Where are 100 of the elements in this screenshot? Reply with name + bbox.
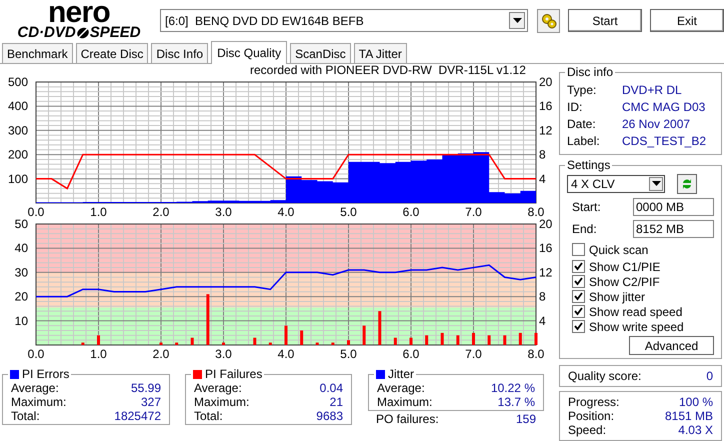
gears-icon bbox=[540, 12, 556, 28]
stat-value: 1825472 bbox=[114, 409, 161, 423]
stat-value: 55.99 bbox=[130, 381, 161, 395]
tab[interactable]: Create Disc bbox=[76, 43, 148, 63]
info-label: Type: bbox=[567, 82, 598, 98]
axis-label: 8.0 bbox=[528, 347, 544, 361]
speed-select[interactable]: 4 X CLV bbox=[567, 175, 665, 193]
axis-label: 16 bbox=[539, 241, 552, 256]
info-label: Date: bbox=[567, 116, 597, 132]
stat-label: Average: bbox=[377, 381, 425, 395]
dropdown-arrow-icon bbox=[652, 181, 660, 187]
logo-word: nero bbox=[48, 1, 110, 25]
stat-label: Total: bbox=[194, 409, 223, 423]
toolbar-button[interactable]: Start bbox=[568, 9, 642, 32]
axis-label: 8 bbox=[539, 290, 546, 304]
logo-text: CD·DVD bbox=[17, 25, 76, 40]
axis-label: 4 bbox=[539, 314, 546, 328]
group-title: PI Errors bbox=[22, 367, 70, 381]
checkbox[interactable] bbox=[572, 260, 585, 273]
stat-label: Total: bbox=[11, 409, 40, 423]
quality-label: Quality score: bbox=[568, 368, 642, 385]
axis-label: 2.0 bbox=[152, 347, 170, 361]
axis-label: 20 bbox=[539, 77, 552, 89]
info-value: CMC MAG D03 bbox=[622, 98, 706, 116]
axis-label: 1.0 bbox=[90, 205, 107, 219]
checkbox[interactable] bbox=[572, 275, 585, 288]
axis-label: 20 bbox=[539, 219, 552, 231]
axis-label: 40 bbox=[14, 241, 28, 256]
tab[interactable]: Disc Info bbox=[151, 43, 208, 63]
stat-label: PO failures: bbox=[376, 412, 439, 426]
drive-options-button[interactable] bbox=[537, 8, 560, 32]
checkbox-label: Show read speed bbox=[589, 304, 682, 320]
progress-value: 100 % bbox=[678, 394, 713, 411]
axis-label: 300 bbox=[8, 123, 28, 138]
tab[interactable]: TA Jitter bbox=[354, 43, 407, 63]
stat-value: 9683 bbox=[316, 409, 343, 423]
checkbox-label: Show C1/PIE bbox=[589, 258, 660, 276]
stat-label: Maximum: bbox=[11, 395, 66, 409]
stat-value: 10.22 % bbox=[490, 381, 535, 395]
checkbox[interactable] bbox=[572, 290, 585, 303]
field-label: Start: bbox=[572, 199, 602, 216]
axis-label: 7.0 bbox=[465, 347, 482, 361]
axis-label: 0.0 bbox=[28, 347, 44, 361]
group-title: PI Failures bbox=[205, 367, 262, 381]
axis-label: 50 bbox=[14, 219, 28, 231]
axis-label: 0.0 bbox=[28, 205, 44, 219]
checkbox[interactable] bbox=[572, 243, 585, 256]
axis-label: 400 bbox=[8, 99, 28, 114]
axis-label: 3.0 bbox=[215, 347, 232, 361]
range-field[interactable]: 0000 MB bbox=[633, 198, 714, 216]
axis-label: 12 bbox=[539, 123, 552, 138]
range-field[interactable]: 8152 MB bbox=[633, 220, 714, 238]
axis-label: 20 bbox=[14, 290, 28, 304]
info-value: CDS_TEST_B2 bbox=[622, 132, 706, 150]
stat-value: 0.04 bbox=[320, 381, 343, 395]
disc-icon bbox=[76, 26, 90, 40]
info-value: DVD+R DL bbox=[622, 82, 682, 98]
quality-value: 0 bbox=[706, 368, 713, 385]
info-label: ID: bbox=[567, 98, 584, 116]
group-title: Settings bbox=[567, 158, 610, 172]
axis-label: 2.0 bbox=[152, 205, 170, 219]
checkbox-label: Show jitter bbox=[589, 288, 646, 306]
checkbox[interactable] bbox=[572, 320, 585, 333]
chart-caption: recorded with PIONEER DVD-RW DVR-115L v1.12 bbox=[250, 63, 526, 77]
checkbox[interactable] bbox=[572, 305, 585, 318]
axis-label: 10 bbox=[14, 314, 28, 328]
checkbox-label: Show write speed bbox=[589, 318, 684, 336]
axis-label: 6.0 bbox=[402, 205, 420, 219]
axis-label: 200 bbox=[8, 148, 28, 162]
toolbar-button[interactable]: Exit bbox=[650, 9, 724, 32]
stat-value: 21 bbox=[330, 395, 343, 409]
checkbox-label: Show C2/PIF bbox=[589, 274, 660, 290]
group-title: Disc info bbox=[567, 65, 614, 79]
axis-label: 5.0 bbox=[340, 347, 357, 361]
progress-label: Position: bbox=[568, 408, 614, 425]
axis-label: 8.0 bbox=[528, 205, 544, 219]
axis-label: 4 bbox=[539, 172, 546, 186]
progress-label: Speed: bbox=[568, 422, 606, 439]
stat-value: 13.7 % bbox=[498, 395, 535, 409]
tab[interactable]: ScanDisc bbox=[290, 43, 351, 63]
axis-label: 30 bbox=[14, 265, 28, 280]
advanced-button[interactable]: Advanced bbox=[629, 336, 714, 355]
logo-text: SPEED bbox=[90, 25, 141, 40]
tab[interactable]: Disc Quality bbox=[211, 41, 288, 64]
field-label: End: bbox=[572, 221, 598, 238]
axis-label: 12 bbox=[539, 265, 552, 280]
progress-label: Progress: bbox=[568, 394, 620, 411]
drive-select[interactable]: [6:0] BENQ DVD DD EW164B BEFB bbox=[160, 9, 528, 32]
progress-value: 8151 MB bbox=[664, 408, 713, 425]
refresh-icon bbox=[681, 177, 693, 191]
tab[interactable]: Benchmark bbox=[2, 43, 73, 63]
axis-label: 4.0 bbox=[278, 205, 294, 219]
axis-label: 100 bbox=[8, 172, 28, 186]
axis-label: 8 bbox=[539, 148, 546, 162]
axis-label: 6.0 bbox=[402, 347, 420, 361]
axis-label: 1.0 bbox=[90, 347, 107, 361]
axis-label: 16 bbox=[539, 99, 552, 114]
group-title: Jitter bbox=[388, 367, 414, 381]
refresh-button[interactable] bbox=[677, 174, 697, 194]
stat-label: Maximum: bbox=[194, 395, 250, 409]
